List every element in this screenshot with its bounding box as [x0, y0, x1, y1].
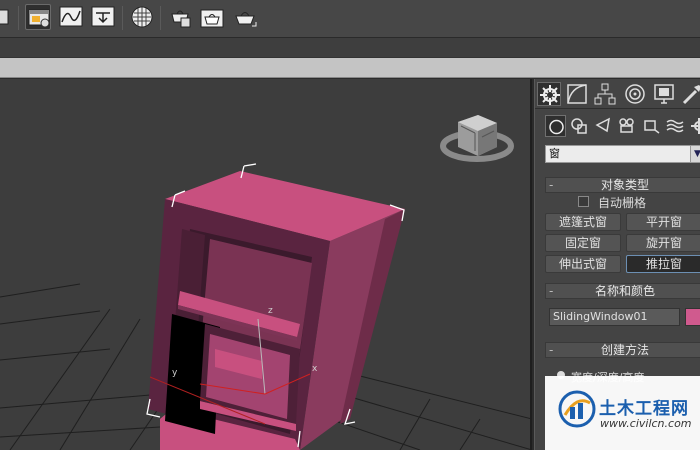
3dsmax-window: z y x 窗 - 对象类型 自动栅格 遮篷式窗 平开窗 固定窗 旋开窗 伸出式… [0, 0, 700, 450]
awning-window-button[interactable]: 遮篷式窗 [545, 213, 621, 231]
pivoted-window-button[interactable]: 旋开窗 [626, 234, 700, 252]
autogrid-label: 自动栅格 [598, 196, 647, 210]
display-tab-icon[interactable] [652, 82, 676, 106]
shapes-icon[interactable] [569, 115, 590, 137]
dropdown-value: 窗 [549, 147, 560, 160]
object-category-dropdown[interactable]: 窗 ▼ [545, 145, 700, 163]
viewcube[interactable] [440, 115, 514, 162]
systems-icon[interactable] [689, 115, 700, 137]
axis-label-y: y [172, 368, 178, 378]
curve-editor-icon[interactable] [58, 4, 84, 30]
toolbar-separator [18, 6, 19, 30]
collapse-icon: - [549, 178, 554, 192]
geometry-icon[interactable] [545, 115, 566, 137]
name-color-title: 名称和颜色 [594, 284, 655, 298]
object-type-title: 对象类型 [600, 178, 649, 192]
scene-explorer-icon[interactable] [25, 4, 51, 30]
sliding-window-button[interactable]: 推拉窗 [626, 255, 700, 273]
watermark-title: 土木工程网 [599, 399, 689, 419]
name-color-rollout-header[interactable]: - 名称和颜色 [545, 283, 700, 299]
sliding-window-object[interactable]: z y x [146, 163, 405, 450]
render-production-icon[interactable] [232, 4, 258, 30]
autogrid-checkbox[interactable] [578, 196, 589, 207]
utilities-tab-icon[interactable] [680, 82, 700, 106]
object-color-swatch[interactable] [685, 308, 700, 326]
toolbar-separator [122, 6, 123, 30]
cameras-icon[interactable] [617, 115, 638, 137]
layer-manager-icon[interactable] [0, 4, 14, 30]
viewport-scene: z y x [0, 115, 530, 450]
collapse-icon: - [549, 284, 554, 298]
watermark-url: www.civilcn.com [600, 417, 692, 430]
main-toolbar [0, 0, 700, 38]
helpers-icon[interactable] [641, 115, 662, 137]
command-panel-tabs [535, 79, 700, 109]
site-watermark: 土木工程网 www.civilcn.com [545, 376, 700, 450]
rendered-frame-window-icon[interactable] [199, 4, 225, 30]
perspective-viewport[interactable]: z y x [0, 79, 532, 450]
chevron-down-icon[interactable]: ▼ [690, 146, 700, 162]
civilcn-logo [558, 390, 596, 428]
create-tab-icon[interactable] [537, 82, 561, 106]
space-warps-icon[interactable] [665, 115, 686, 137]
modify-tab-icon[interactable] [565, 82, 589, 106]
object-name-field[interactable]: SlidingWindow01 [549, 308, 680, 326]
creation-method-rollout-header[interactable]: - 创建方法 [545, 342, 700, 358]
create-categories [535, 115, 700, 139]
motion-tab-icon[interactable] [623, 82, 647, 106]
material-editor-icon[interactable] [129, 4, 155, 30]
viewport-label-bar [0, 58, 700, 78]
schematic-view-icon[interactable] [90, 4, 116, 30]
ribbon-strip [0, 38, 700, 58]
render-setup-icon[interactable] [167, 4, 193, 30]
lights-icon[interactable] [593, 115, 614, 137]
axis-label-x: x [312, 364, 318, 374]
hierarchy-tab-icon[interactable] [593, 82, 617, 106]
collapse-icon: - [549, 343, 554, 357]
object-type-rollout-header[interactable]: - 对象类型 [545, 177, 700, 193]
casement-window-button[interactable]: 平开窗 [626, 213, 700, 231]
axis-label-z: z [268, 306, 273, 316]
fixed-window-button[interactable]: 固定窗 [545, 234, 621, 252]
creation-method-title: 创建方法 [600, 343, 649, 357]
toolbar-separator [160, 6, 161, 30]
projected-window-button[interactable]: 伸出式窗 [545, 255, 621, 273]
